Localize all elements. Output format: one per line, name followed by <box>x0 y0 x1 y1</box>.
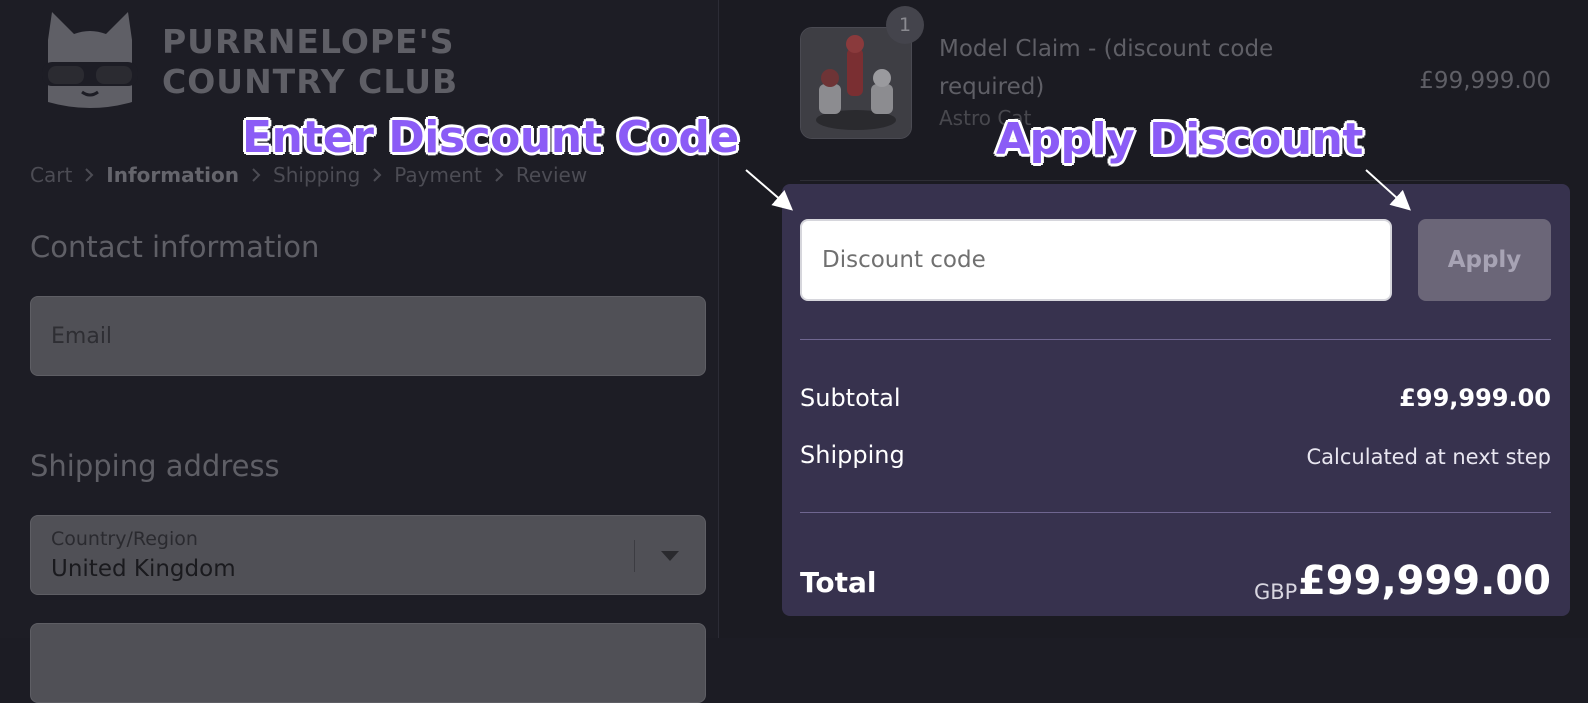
chevron-down-icon <box>661 551 679 561</box>
breadcrumb-cart[interactable]: Cart <box>30 163 72 187</box>
email-field[interactable]: Email <box>30 296 706 376</box>
breadcrumb-information: Information <box>106 163 240 187</box>
chevron-right-icon <box>360 167 394 183</box>
contact-heading: Contact information <box>30 230 320 264</box>
product-price: £99,999.00 <box>1419 68 1551 94</box>
chevron-right-icon <box>482 167 516 183</box>
country-value: United Kingdom <box>51 556 236 582</box>
discount-code-input[interactable] <box>800 219 1392 301</box>
product-separator <box>800 180 1550 181</box>
subtotal-value: £99,999.00 <box>1399 384 1551 412</box>
product-title: Model Claim - (discount code required) <box>939 36 1274 100</box>
cat-sunglasses-logo-icon <box>42 12 138 108</box>
chevron-right-icon <box>72 167 106 183</box>
figurine-image-icon <box>801 28 911 138</box>
select-divider <box>634 540 635 572</box>
quantity-badge: 1 <box>886 6 924 44</box>
breadcrumb: Cart Information Shipping Payment Review <box>30 160 587 190</box>
subtotal-label: Subtotal <box>800 384 901 412</box>
shipping-value: Calculated at next step <box>1306 445 1551 469</box>
logo-text-line2: COUNTRY CLUB <box>162 62 459 101</box>
country-select[interactable]: Country/Region United Kingdom <box>30 515 706 595</box>
apply-discount-button[interactable]: Apply <box>1418 219 1551 301</box>
email-placeholder: Email <box>51 324 113 349</box>
breadcrumb-review: Review <box>515 163 588 187</box>
total-label: Total <box>800 566 877 599</box>
breadcrumb-shipping: Shipping <box>273 163 361 187</box>
store-logo[interactable]: PURRNELOPE'S COUNTRY CLUB <box>42 12 462 112</box>
country-label: Country/Region <box>51 528 198 550</box>
logo-text-line1: PURRNELOPE'S <box>162 22 455 61</box>
product-thumbnail <box>800 27 912 139</box>
annotation-apply-discount: Apply Discount <box>996 114 1363 165</box>
summary-divider-1 <box>800 339 1551 340</box>
breadcrumb-payment: Payment <box>394 163 482 187</box>
annotation-enter-discount-code: Enter Discount Code <box>242 112 739 163</box>
shipping-label: Shipping <box>800 441 905 469</box>
next-address-field[interactable] <box>30 623 706 703</box>
chevron-right-icon <box>239 167 273 183</box>
summary-divider-2 <box>800 512 1551 513</box>
total-currency: GBP <box>1254 580 1298 604</box>
shipping-address-heading: Shipping address <box>30 449 280 483</box>
total-value: £99,999.00 <box>1297 558 1551 604</box>
